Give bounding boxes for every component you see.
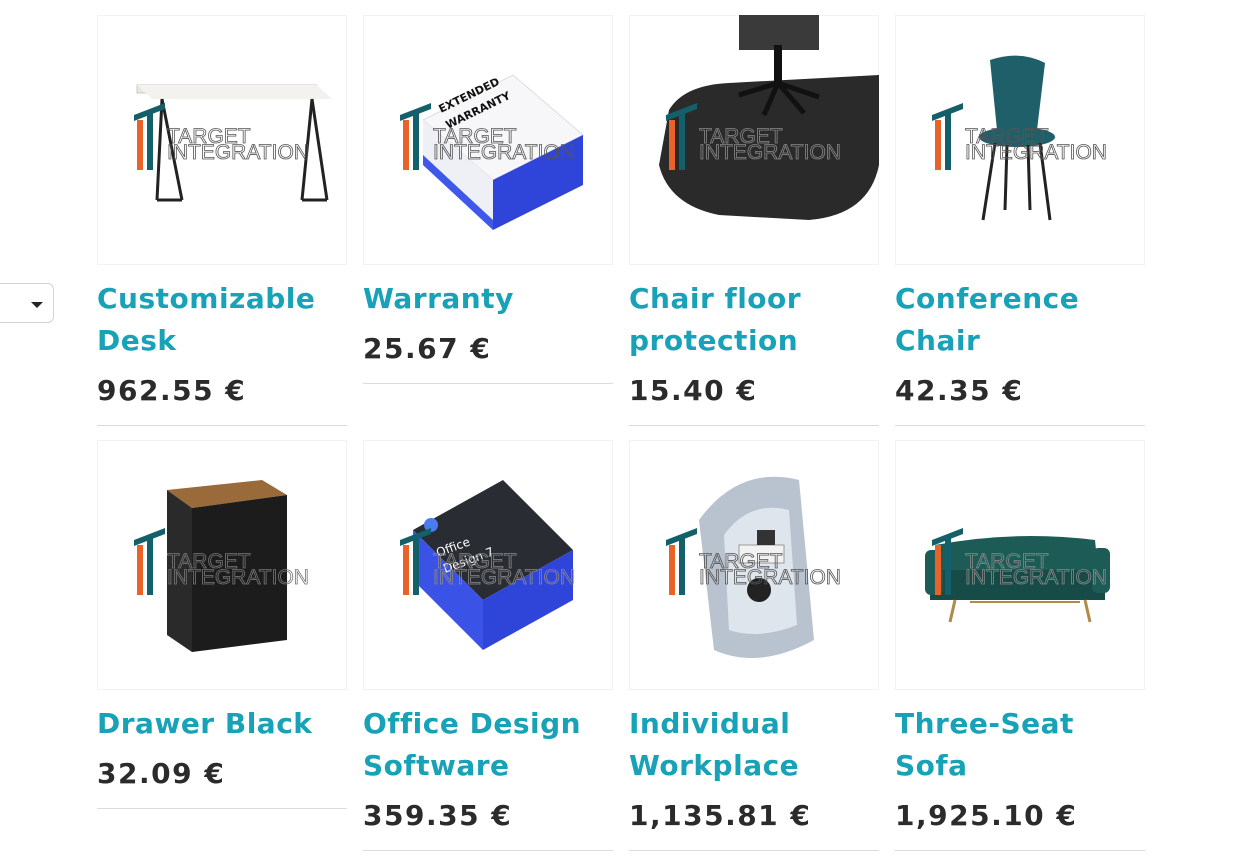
product-card-three-seat-sofa[interactable]: TARGET INTEGRATION Three-Seat Sofa 1,925… [895,440,1145,851]
watermark-logo: TARGET INTEGRATION [666,528,841,595]
product-image[interactable]: TARGET INTEGRATION [97,15,347,265]
svg-text:INTEGRATION: INTEGRATION [699,141,841,164]
product-name-link[interactable]: Three-Seat Sofa [895,703,1145,787]
divider [895,850,1145,851]
svg-text:INTEGRATION: INTEGRATION [433,566,575,589]
product-image[interactable]: EXTENDED WARRANTY TARGET INTEGRATION [363,15,613,265]
product-image[interactable]: TARGET INTEGRATION [895,440,1145,690]
product-price: 32.09 € [97,757,226,790]
watermark-logo: TARGET INTEGRATION [134,103,309,170]
product-card-conference-chair[interactable]: TARGET INTEGRATION Conference Chair 42.3… [895,15,1145,426]
product-name-link[interactable]: Drawer Black [97,703,347,745]
product-image[interactable]: TARGET INTEGRATION [629,15,879,265]
product-image[interactable]: TARGET INTEGRATION [629,440,879,690]
divider [629,425,879,426]
watermark-logo: TARGET INTEGRATION [400,103,575,170]
product-price: 15.40 € [629,374,758,407]
divider [97,808,347,809]
svg-text:INTEGRATION: INTEGRATION [433,141,575,164]
svg-text:INTEGRATION: INTEGRATION [167,566,309,589]
product-card-individual-workplace[interactable]: TARGET INTEGRATION Individual Workplace … [629,440,879,851]
product-price: 25.67 € [363,332,492,365]
product-price: 359.35 € [363,799,513,832]
product-image[interactable]: TARGET INTEGRATION [97,440,347,690]
sort-dropdown[interactable] [0,283,54,323]
watermark-logo: TARGET INTEGRATION [666,103,841,170]
product-card-drawer-black[interactable]: TARGET INTEGRATION Drawer Black 32.09 € [97,440,347,809]
watermark-logo: TARGET INTEGRATION [932,528,1107,595]
divider [363,383,613,384]
watermark-logo: TARGET INTEGRATION [932,103,1107,170]
product-price: 1,135.81 € [629,799,812,832]
watermark-logo: TARGET INTEGRATION [400,528,575,595]
product-price: 42.35 € [895,374,1024,407]
svg-text:INTEGRATION: INTEGRATION [965,141,1107,164]
divider [629,850,879,851]
divider [97,425,347,426]
product-image[interactable]: TARGET INTEGRATION [895,15,1145,265]
svg-text:INTEGRATION: INTEGRATION [965,566,1107,589]
product-name-link[interactable]: Individual Workplace [629,703,879,787]
product-name-link[interactable]: Conference Chair [895,278,1145,362]
product-name-link[interactable]: Office Design Software [363,703,613,787]
product-image[interactable]: Office Design 7 TARGET INTEGRATION [363,440,613,690]
product-card-chair-floor-protection[interactable]: TARGET INTEGRATION Chair floor protectio… [629,15,879,426]
svg-text:INTEGRATION: INTEGRATION [699,566,841,589]
chevron-down-icon [31,302,43,308]
product-card-customizable-desk[interactable]: TARGET INTEGRATION Customizable Desk 962… [97,15,347,426]
svg-text:INTEGRATION: INTEGRATION [167,141,309,164]
product-name-link[interactable]: Customizable Desk [97,278,347,362]
product-name-link[interactable]: Warranty [363,278,613,320]
product-card-office-design-software[interactable]: Office Design 7 TARGET INTEGRATION Offic… [363,440,613,851]
divider [895,425,1145,426]
divider [363,850,613,851]
product-price: 1,925.10 € [895,799,1078,832]
product-name-link[interactable]: Chair floor protection [629,278,879,362]
product-price: 962.55 € [97,374,247,407]
watermark-logo: TARGET INTEGRATION [134,528,309,595]
product-card-warranty[interactable]: EXTENDED WARRANTY TARGET INTEGRATION War… [363,15,613,384]
